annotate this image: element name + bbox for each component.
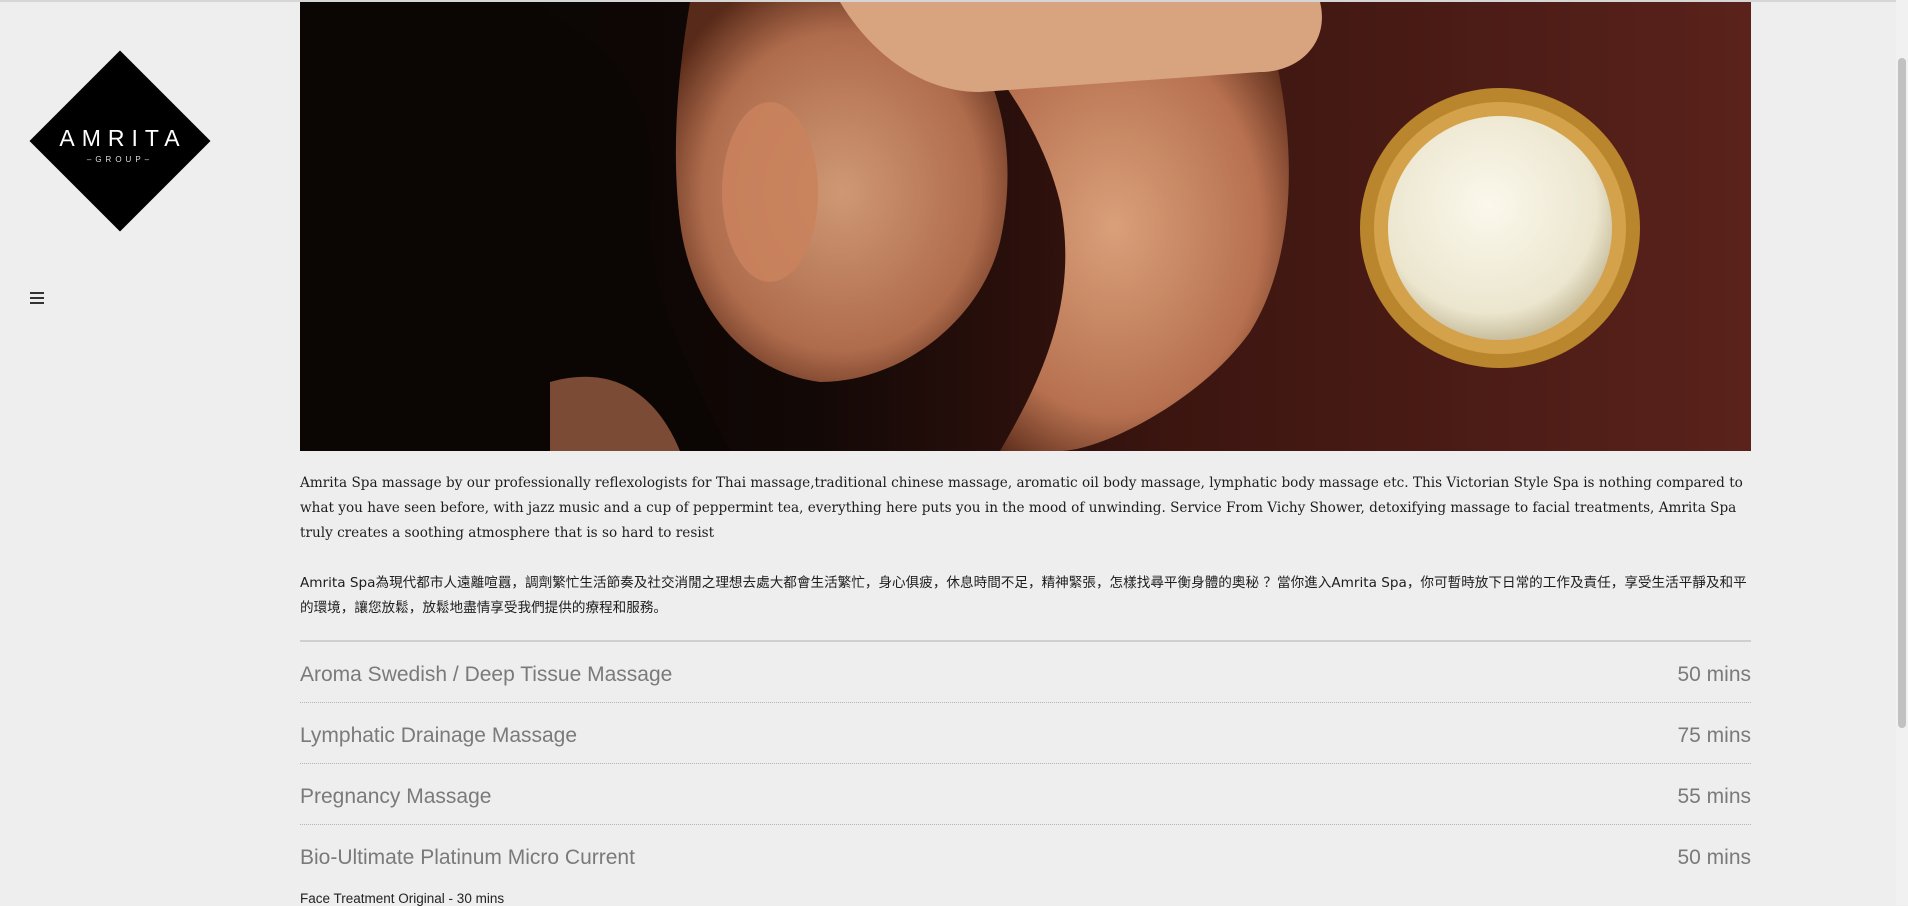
hero-image — [300, 2, 1751, 451]
service-name: Aroma Swedish / Deep Tissue Massage — [300, 663, 673, 686]
service-duration: 75 mins — [1677, 724, 1751, 747]
service-name: Lymphatic Drainage Massage — [300, 724, 578, 747]
intro-section: Amrita Spa massage by our professionally… — [300, 471, 1751, 621]
service-duration: 50 mins — [1677, 846, 1751, 869]
service-item[interactable]: Bio-Ultimate Platinum Micro Current 50 m… — [300, 825, 1751, 885]
intro-english: Amrita Spa massage by our professionally… — [300, 475, 1743, 541]
hamburger-menu-icon[interactable] — [30, 292, 44, 304]
amrita-logo[interactable]: AMRITA –GROUP– — [29, 50, 211, 232]
page-scrollbar[interactable] — [1896, 0, 1908, 905]
service-item[interactable]: Pregnancy Massage 55 mins — [300, 764, 1751, 825]
service-name: Pregnancy Massage — [300, 785, 492, 808]
service-list: Aroma Swedish / Deep Tissue Massage 50 m… — [300, 642, 1751, 885]
service-duration: 50 mins — [1677, 663, 1751, 686]
service-item[interactable]: Lymphatic Drainage Massage 75 mins — [300, 703, 1751, 764]
sidebar: AMRITA –GROUP– — [0, 0, 280, 905]
logo-sub: –GROUP– — [86, 155, 154, 164]
service-name: Bio-Ultimate Platinum Micro Current — [300, 846, 635, 869]
scrollbar-thumb[interactable] — [1898, 58, 1906, 728]
service-item[interactable]: Aroma Swedish / Deep Tissue Massage 50 m… — [300, 642, 1751, 703]
hero-photo — [300, 2, 1751, 451]
intro-chinese: Amrita Spa為現代都市人遠離喧囂，調劑繁忙生活節奏及社交消閒之理想去處大… — [300, 575, 1747, 616]
service-duration: 55 mins — [1677, 785, 1751, 808]
logo-name: AMRITA — [59, 125, 187, 151]
service-subtitle: Face Treatment Original - 30 mins — [300, 891, 505, 906]
